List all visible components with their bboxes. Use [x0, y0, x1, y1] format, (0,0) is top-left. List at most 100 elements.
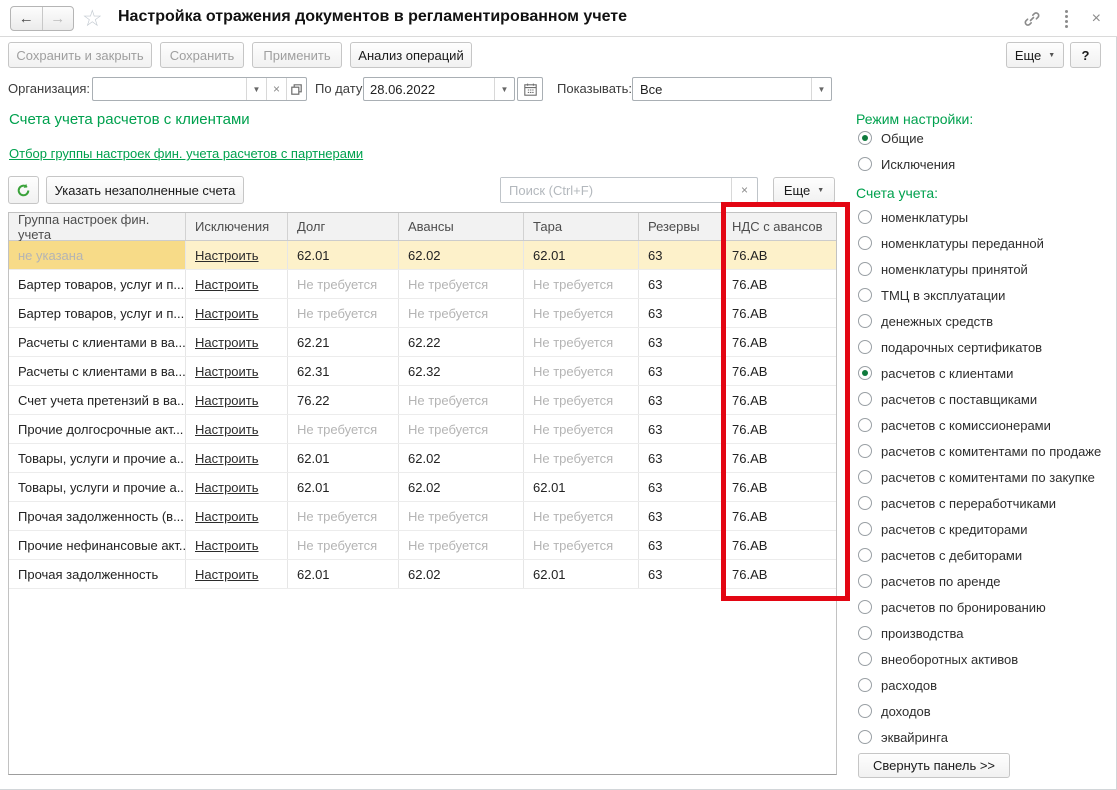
- analysis-button[interactable]: Анализ операций: [350, 42, 472, 68]
- account-option-15[interactable]: расчетов по аренде: [858, 572, 1001, 590]
- table-row[interactable]: Бартер товаров, услуг и п...НастроитьНе …: [9, 270, 836, 299]
- cell-exceptions: Настроить: [186, 531, 288, 559]
- account-option-4[interactable]: ТМЦ в эксплуатации: [858, 286, 1005, 304]
- table-row[interactable]: Бартер товаров, услуг и п...НастроитьНе …: [9, 299, 836, 328]
- cell-debt: 62.01: [288, 241, 399, 269]
- account-option-11[interactable]: расчетов с комитентами по закупке: [858, 468, 1095, 486]
- cell-exceptions: Настроить: [186, 270, 288, 298]
- account-option-17[interactable]: производства: [858, 624, 963, 642]
- search-clear-icon[interactable]: ×: [731, 178, 757, 202]
- column-header[interactable]: Долг: [288, 213, 399, 240]
- toolbar-more-button[interactable]: Еще ▼: [1006, 42, 1064, 68]
- table-row[interactable]: Расчеты с клиентами в ва...Настроить62.3…: [9, 357, 836, 386]
- mode-option-1[interactable]: Общие: [858, 129, 924, 147]
- column-header[interactable]: НДС с авансов: [723, 213, 836, 240]
- configure-link[interactable]: Настроить: [195, 393, 259, 408]
- table-row[interactable]: Счет учета претензий в ва...Настроить76.…: [9, 386, 836, 415]
- toolbar-more-label: Еще: [1015, 48, 1041, 63]
- table-row[interactable]: не указанаНастроить62.0162.0262.016376.А…: [9, 241, 836, 270]
- configure-link[interactable]: Настроить: [195, 277, 259, 292]
- organization-clear-icon[interactable]: ×: [266, 78, 286, 100]
- column-header[interactable]: Тара: [524, 213, 639, 240]
- account-option-21[interactable]: эквайринга: [858, 728, 948, 746]
- fill-empty-accounts-button[interactable]: Указать незаполненные счета: [46, 176, 244, 204]
- column-header[interactable]: Резервы: [639, 213, 723, 240]
- configure-link[interactable]: Настроить: [195, 509, 259, 524]
- radio-icon: [858, 704, 872, 718]
- cell-vat-advances: 76.АВ: [723, 299, 836, 327]
- group-filter-link[interactable]: Отбор группы настроек фин. учета расчето…: [9, 146, 363, 161]
- account-option-20[interactable]: доходов: [858, 702, 931, 720]
- help-button[interactable]: ?: [1070, 42, 1101, 68]
- date-input[interactable]: [364, 78, 494, 100]
- table-row[interactable]: Товары, услуги и прочие а...Настроить62.…: [9, 444, 836, 473]
- nav-history-group: ← →: [10, 6, 74, 31]
- configure-link[interactable]: Настроить: [195, 422, 259, 437]
- account-option-7[interactable]: расчетов с клиентами: [858, 364, 1013, 382]
- account-option-3[interactable]: номенклатуры принятой: [858, 260, 1028, 278]
- account-option-8[interactable]: расчетов с поставщиками: [858, 390, 1037, 408]
- table-row[interactable]: Прочая задолженность (в...НастроитьНе тр…: [9, 502, 836, 531]
- radio-label: ТМЦ в эксплуатации: [881, 288, 1005, 303]
- cell-vat-advances: 76.АВ: [723, 502, 836, 530]
- column-header[interactable]: Группа настроек фин. учета: [9, 213, 186, 240]
- configure-link[interactable]: Настроить: [195, 335, 259, 350]
- calendar-button[interactable]: [517, 77, 543, 101]
- show-dropdown-icon[interactable]: ▼: [811, 78, 831, 100]
- cell-reserves: 63: [639, 386, 723, 414]
- cell-tara: 62.01: [524, 241, 639, 269]
- refresh-button[interactable]: [8, 176, 39, 204]
- cell-exceptions: Настроить: [186, 328, 288, 356]
- account-option-14[interactable]: расчетов с дебиторами: [858, 546, 1022, 564]
- organization-open-icon[interactable]: [286, 78, 306, 100]
- search-input[interactable]: [501, 178, 731, 202]
- configure-link[interactable]: Настроить: [195, 480, 259, 495]
- table-row[interactable]: Прочая задолженностьНастроить62.0162.026…: [9, 560, 836, 589]
- configure-link[interactable]: Настроить: [195, 364, 259, 379]
- column-header[interactable]: Авансы: [399, 213, 524, 240]
- back-arrow-icon: ←: [19, 10, 34, 27]
- link-icon[interactable]: [1023, 10, 1041, 28]
- mode-option-2[interactable]: Исключения: [858, 155, 955, 173]
- favorite-star-icon[interactable]: ☆: [82, 3, 103, 33]
- account-option-13[interactable]: расчетов с кредиторами: [858, 520, 1027, 538]
- table-row[interactable]: Расчеты с клиентами в ва...Настроить62.2…: [9, 328, 836, 357]
- show-field[interactable]: Все ▼: [632, 77, 832, 101]
- account-option-12[interactable]: расчетов с переработчиками: [858, 494, 1056, 512]
- organization-input[interactable]: [93, 78, 246, 100]
- save-button[interactable]: Сохранить: [160, 42, 244, 68]
- radio-icon: [858, 210, 872, 224]
- radio-label: номенклатуры принятой: [881, 262, 1028, 277]
- configure-link[interactable]: Настроить: [195, 567, 259, 582]
- table-row[interactable]: Товары, услуги и прочие а...Настроить62.…: [9, 473, 836, 502]
- account-option-1[interactable]: номенклатуры: [858, 208, 968, 226]
- configure-link[interactable]: Настроить: [195, 248, 259, 263]
- account-option-6[interactable]: подарочных сертификатов: [858, 338, 1042, 356]
- apply-button[interactable]: Применить: [252, 42, 342, 68]
- configure-link[interactable]: Настроить: [195, 451, 259, 466]
- configure-link[interactable]: Настроить: [195, 538, 259, 553]
- account-option-16[interactable]: расчетов по бронированию: [858, 598, 1046, 616]
- configure-link[interactable]: Настроить: [195, 306, 259, 321]
- chevron-down-icon: ▼: [1048, 52, 1055, 59]
- close-icon[interactable]: ×: [1092, 11, 1101, 27]
- cell-group: Товары, услуги и прочие а...: [9, 473, 186, 501]
- radio-label: подарочных сертификатов: [881, 340, 1042, 355]
- account-option-18[interactable]: внеоборотных активов: [858, 650, 1018, 668]
- organization-dropdown-icon[interactable]: ▼: [246, 78, 266, 100]
- forward-button[interactable]: →: [43, 7, 74, 30]
- account-option-5[interactable]: денежных средств: [858, 312, 993, 330]
- back-button[interactable]: ←: [11, 7, 43, 30]
- account-option-2[interactable]: номенклатуры переданной: [858, 234, 1044, 252]
- table-row[interactable]: Прочие долгосрочные акт...НастроитьНе тр…: [9, 415, 836, 444]
- table-more-button[interactable]: Еще ▼: [773, 177, 835, 203]
- table-row[interactable]: Прочие нефинансовые акт...НастроитьНе тр…: [9, 531, 836, 560]
- collapse-panel-button[interactable]: Свернуть панель >>: [858, 753, 1010, 778]
- menu-kebab-icon[interactable]: [1065, 10, 1068, 28]
- account-option-19[interactable]: расходов: [858, 676, 937, 694]
- account-option-9[interactable]: расчетов с комиссионерами: [858, 416, 1051, 434]
- account-option-10[interactable]: расчетов с комитентами по продаже: [858, 442, 1101, 460]
- date-dropdown-icon[interactable]: ▼: [494, 78, 514, 100]
- save-and-close-button[interactable]: Сохранить и закрыть: [8, 42, 152, 68]
- column-header[interactable]: Исключения: [186, 213, 288, 240]
